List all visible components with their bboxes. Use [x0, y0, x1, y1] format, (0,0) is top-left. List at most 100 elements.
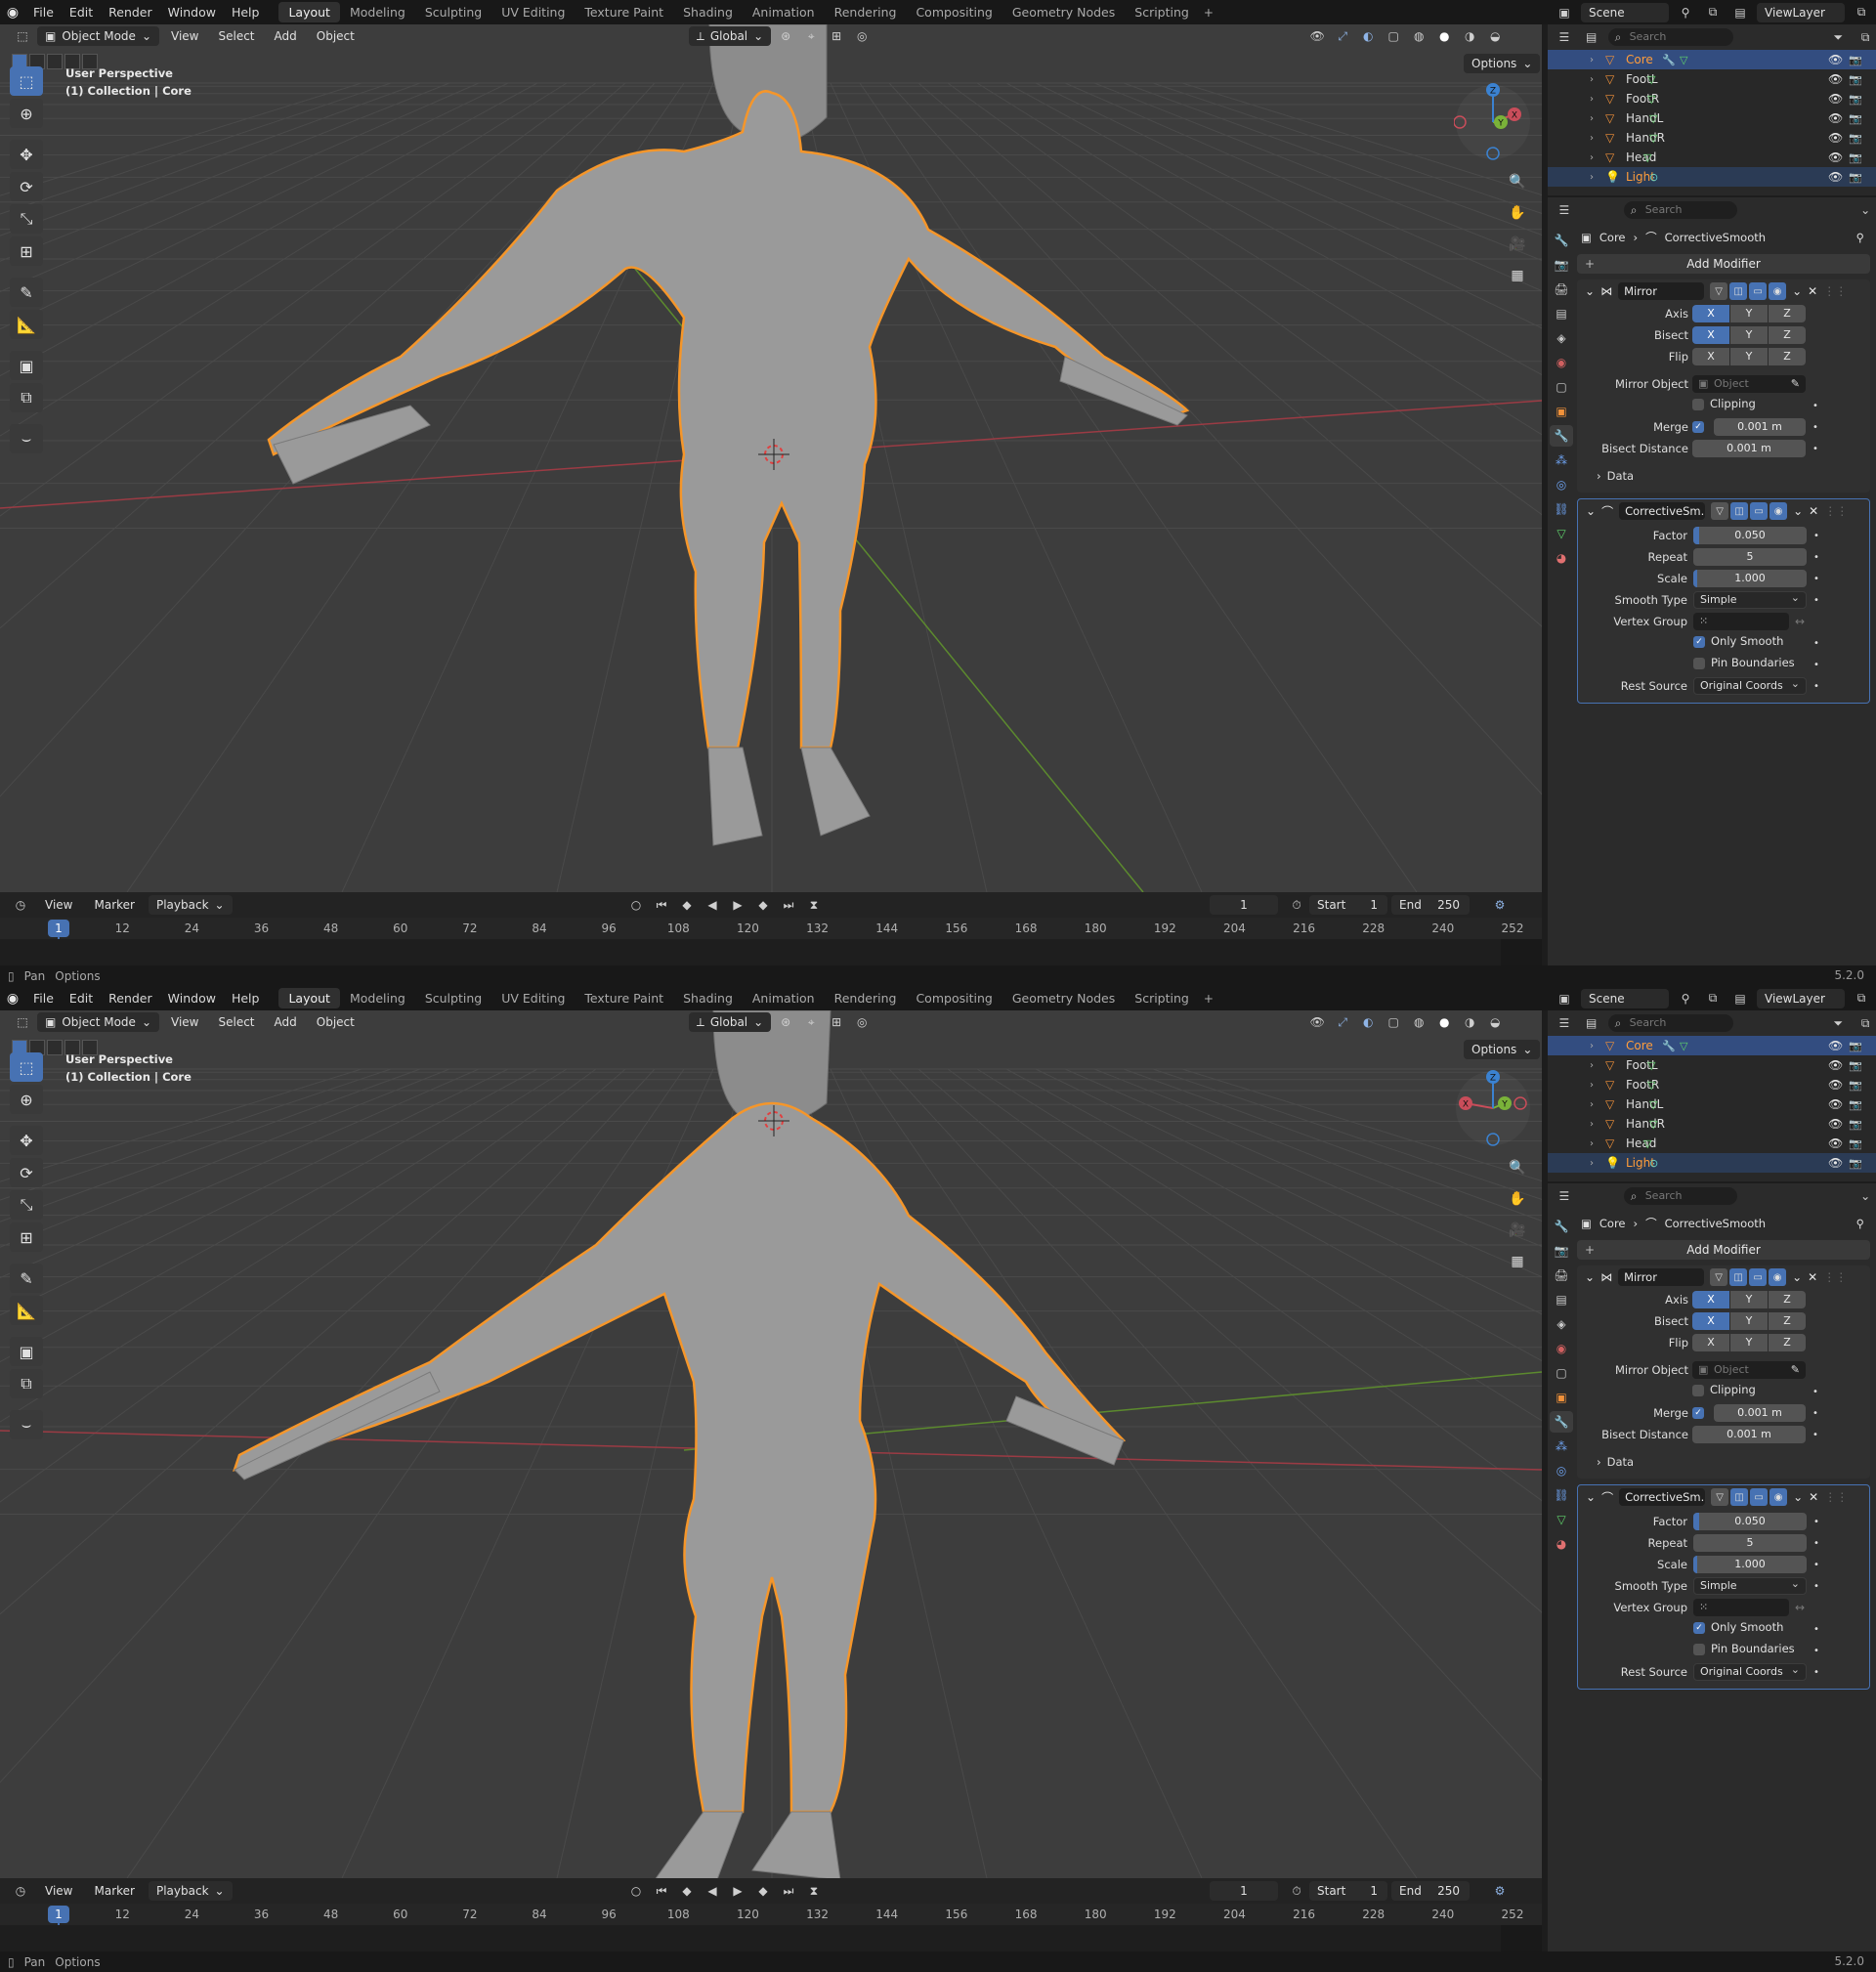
camera-view-icon[interactable]: 🎥: [1505, 1218, 1530, 1243]
tab-scripting[interactable]: Scripting: [1125, 988, 1199, 1008]
material-shading-icon[interactable]: ◑: [1459, 26, 1480, 46]
play-reverse-icon[interactable]: ◀: [702, 1881, 723, 1901]
navigation-gizmo[interactable]: XY Z: [1454, 83, 1532, 161]
keyframe-dot-icon[interactable]: •: [1813, 660, 1819, 670]
display-mode-icon[interactable]: ▤: [1581, 27, 1602, 47]
pivot-icon[interactable]: ⊛: [775, 1012, 796, 1032]
data-tab-icon[interactable]: ▽: [1550, 1509, 1573, 1530]
next-keyframe-icon[interactable]: ◆: [752, 1881, 774, 1901]
keyframe-dot-icon[interactable]: •: [1813, 531, 1819, 541]
keyframe-dot-icon[interactable]: •: [1812, 1387, 1818, 1397]
chevron-right-icon[interactable]: ›: [1590, 1080, 1594, 1091]
axis-z-toggle[interactable]: Z: [1769, 305, 1806, 322]
edit-mode-icon[interactable]: ◫: [1730, 502, 1749, 520]
drag-handle-icon[interactable]: ⋮⋮: [1823, 1270, 1847, 1284]
scale-field[interactable]: 1.000: [1693, 1556, 1807, 1573]
eyedropper-icon[interactable]: ✎: [1791, 375, 1800, 393]
overlay-toggle-icon[interactable]: ◐: [1357, 1012, 1379, 1032]
collapse-chevron-icon[interactable]: ⌄: [1585, 284, 1595, 298]
new-scene-icon[interactable]: ⧉: [1702, 989, 1724, 1008]
tab-modeling[interactable]: Modeling: [340, 2, 415, 22]
visibility-eye-icon[interactable]: 👁: [1828, 1117, 1843, 1131]
keyframe-dot-icon[interactable]: •: [1812, 1408, 1818, 1419]
flip-y-toggle[interactable]: Y: [1730, 348, 1769, 365]
render-camera-icon[interactable]: 📷: [1849, 1098, 1862, 1111]
tab-sculpting[interactable]: Sculpting: [415, 988, 491, 1008]
data-subpanel[interactable]: › Data: [1577, 465, 1870, 487]
keyframe-dot-icon[interactable]: •: [1812, 444, 1818, 454]
pan-hand-icon[interactable]: ✋: [1505, 1186, 1530, 1212]
annotate-tool-icon[interactable]: ✎: [10, 278, 43, 307]
smooth-type-select[interactable]: Simple: [1693, 590, 1807, 609]
menu-render[interactable]: Render: [101, 0, 160, 24]
zoom-icon[interactable]: 🔍: [1505, 169, 1530, 194]
dropdown-chevron-icon[interactable]: ⌄: [1792, 1270, 1802, 1284]
bisect-x-toggle[interactable]: X: [1692, 326, 1730, 344]
editor-type-icon[interactable]: ⬚: [12, 1012, 33, 1032]
timeline-menu-marker[interactable]: Marker: [86, 1884, 142, 1898]
keyframe-dot-icon[interactable]: •: [1813, 681, 1819, 692]
filter-icon[interactable]: ⏷: [1827, 27, 1849, 47]
timeline-menu-view[interactable]: View: [37, 1884, 80, 1898]
menu-file[interactable]: File: [25, 0, 62, 24]
add-object-tool-icon[interactable]: ⧉: [10, 383, 43, 412]
dropdown-chevron-icon[interactable]: ⌄: [1792, 284, 1802, 298]
object-tab-icon[interactable]: ▣: [1550, 401, 1573, 422]
bisect-distance-field[interactable]: 0.001 m: [1692, 440, 1806, 457]
clipping-checkbox[interactable]: [1692, 1384, 1704, 1396]
tab-compositing[interactable]: Compositing: [906, 988, 1002, 1008]
chevron-right-icon[interactable]: ›: [1590, 55, 1594, 65]
edit-cage-icon[interactable]: ▽: [1711, 502, 1729, 520]
timeline-menu-view[interactable]: View: [37, 898, 80, 912]
tab-uv-editing[interactable]: UV Editing: [491, 988, 575, 1008]
outliner-item-footl[interactable]: › ▽ FootL ▽ 👁 📷: [1548, 1055, 1876, 1075]
menu-select[interactable]: Select: [210, 1015, 262, 1029]
properties-search-input[interactable]: Search: [1623, 201, 1738, 219]
outliner-item-core[interactable]: › ▽ Core 🔧 ▽ 👁 📷: [1548, 1036, 1876, 1055]
chevron-right-icon[interactable]: ›: [1590, 1041, 1594, 1051]
render-camera-icon[interactable]: 📷: [1849, 171, 1862, 184]
visibility-icon[interactable]: 👁: [1306, 26, 1328, 46]
timeline-options-icon[interactable]: ⚙: [1489, 895, 1511, 915]
visibility-eye-icon[interactable]: 👁: [1828, 1078, 1843, 1092]
tool-tab-icon[interactable]: 🔧: [1550, 1216, 1573, 1237]
tab-texture-paint[interactable]: Texture Paint: [575, 2, 673, 22]
render-camera-icon[interactable]: 📷: [1849, 1118, 1862, 1131]
snap-icon[interactable]: ⌖: [800, 1012, 822, 1032]
flip-z-toggle[interactable]: Z: [1769, 348, 1806, 365]
chevron-right-icon[interactable]: ›: [1590, 1138, 1594, 1149]
delete-modifier-icon[interactable]: ✕: [1809, 504, 1818, 518]
flip-x-toggle[interactable]: X: [1692, 348, 1730, 365]
pin-icon[interactable]: ⚲: [1675, 3, 1696, 22]
wireframe-shading-icon[interactable]: ◍: [1408, 1012, 1429, 1032]
chevron-right-icon[interactable]: ›: [1590, 74, 1594, 85]
data-tab-icon[interactable]: ▽: [1550, 523, 1573, 544]
menu-help[interactable]: Help: [224, 0, 268, 24]
tab-layout[interactable]: Layout: [278, 2, 340, 22]
jump-start-icon[interactable]: ⏮: [651, 895, 672, 915]
select-box-tool-icon[interactable]: ⬚: [10, 1052, 43, 1082]
curve-tool-icon[interactable]: ⌣: [10, 424, 43, 453]
select-mode-subtract-icon[interactable]: [47, 1040, 63, 1055]
add-modifier-button[interactable]: + Add Modifier: [1577, 1240, 1870, 1260]
outliner-item-head[interactable]: › ▽ Head ▽ 👁 📷: [1548, 1134, 1876, 1153]
menu-edit[interactable]: Edit: [62, 986, 101, 1010]
pin-boundaries-checkbox[interactable]: [1693, 1643, 1705, 1655]
view-layer-tab-icon[interactable]: ▤: [1550, 1289, 1573, 1310]
tab-geometry-nodes[interactable]: Geometry Nodes: [1002, 988, 1125, 1008]
new-collection-icon[interactable]: ⧉: [1855, 1013, 1876, 1033]
keyframe-dot-icon[interactable]: •: [1813, 1581, 1819, 1592]
scene-icon[interactable]: ▣: [1554, 3, 1575, 22]
bisect-y-toggle[interactable]: Y: [1730, 326, 1769, 344]
visibility-eye-icon[interactable]: 👁: [1828, 92, 1843, 106]
keyframe-dot-icon[interactable]: •: [1813, 595, 1819, 606]
tab-rendering[interactable]: Rendering: [825, 2, 907, 22]
modifier-tab-icon[interactable]: 🔧: [1550, 1411, 1573, 1433]
invert-arrows-icon[interactable]: ↔: [1795, 1601, 1805, 1614]
drag-handle-icon[interactable]: ⋮⋮: [1824, 1490, 1848, 1504]
tab-shading[interactable]: Shading: [673, 988, 743, 1008]
mode-dropdown[interactable]: ▣ Object Mode ⌄: [37, 1012, 159, 1032]
visibility-eye-icon[interactable]: 👁: [1828, 111, 1843, 125]
vertex-group-field[interactable]: ⁙: [1693, 613, 1789, 630]
ortho-grid-icon[interactable]: ▦: [1505, 1249, 1530, 1274]
